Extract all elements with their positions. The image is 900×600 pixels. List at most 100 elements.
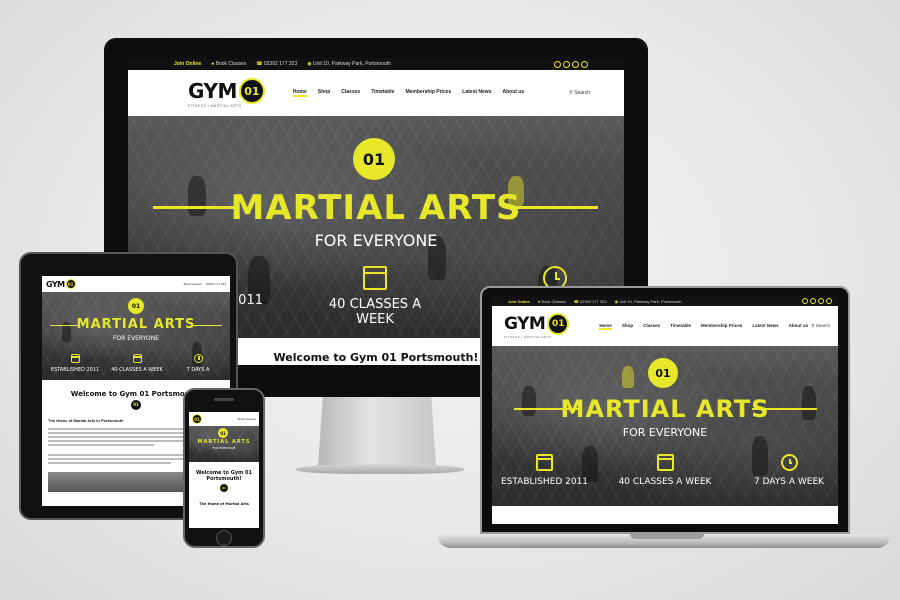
welcome-logo-badge: 01	[220, 484, 228, 492]
twitter-icon[interactable]	[818, 298, 824, 304]
instagram-icon[interactable]	[802, 298, 808, 304]
laptop-screen: Join Online ● Book Classes ☎ 02392 177 3…	[492, 296, 838, 524]
logo-tagline: FITNESS | MARTIAL ARTS	[188, 104, 242, 108]
stat-classes: 40 CLASSES A WEEK	[106, 348, 168, 373]
hero-title: MARTIAL ARTS	[560, 395, 770, 423]
address-link[interactable]: ◉ Unit 10, Parkway Park, Portsmouth	[307, 61, 391, 67]
hero-title: MARTIAL ARTS	[197, 439, 251, 445]
main-nav: GYM 01 Book Classes 02392 177 323	[42, 276, 230, 292]
youtube-icon[interactable]	[826, 298, 832, 304]
stat-days-label: 7 DAYS A WEEK	[753, 477, 825, 487]
book-classes-link[interactable]: ● Book Classes	[211, 61, 246, 67]
logo-text: GYM	[188, 79, 237, 103]
logo-badge[interactable]: 01	[192, 414, 202, 424]
phone-link[interactable]: ☎ 02392 177 323	[574, 299, 607, 304]
hero-photo-figure	[622, 366, 634, 388]
hero-subtitle: FOR EVERYONE	[314, 231, 438, 250]
text-line	[48, 444, 154, 446]
book-classes-label: Book Classes	[215, 61, 247, 67]
menu-item-membership[interactable]: Membership Prices	[701, 323, 742, 330]
book-classes-link[interactable]: Book Classes	[238, 417, 256, 421]
menu-item-home[interactable]: Home	[292, 89, 307, 97]
hero-logo-badge: 01	[353, 138, 395, 180]
logo-badge: 01	[238, 78, 265, 104]
social-links	[554, 60, 588, 68]
menu-item-about[interactable]: About us	[789, 323, 809, 330]
address-link[interactable]: ◉ Unit 10, Parkway Park, Portsmouth	[615, 299, 682, 304]
search-label: Search	[574, 90, 590, 96]
hero-banner: 01 MARTIAL ARTS FOR EVERYONE	[189, 426, 259, 462]
menu-item-home[interactable]: Home	[599, 323, 612, 330]
menu-item-timetable[interactable]: Timetable	[371, 89, 394, 97]
phone-home-button[interactable]	[216, 530, 232, 546]
stat-classes: 40 CLASSES A WEEK	[614, 454, 716, 487]
menu-item-timetable[interactable]: Timetable	[670, 323, 691, 330]
calendar-icon	[536, 454, 553, 471]
facebook-icon[interactable]	[563, 60, 570, 68]
book-classes-link[interactable]: ● Book Classes	[538, 299, 566, 304]
main-nav: GYM 01 FITNESS | MARTIAL ARTS Home Shop …	[128, 70, 624, 116]
calendar-icon	[656, 454, 674, 471]
calendar-icon	[132, 354, 142, 363]
twitter-icon[interactable]	[572, 60, 579, 68]
menu-item-news[interactable]: Latest News	[752, 323, 778, 330]
stat-classes: 40 CLASSES A WEEK	[320, 266, 430, 327]
clock-icon	[193, 354, 203, 363]
hero-subtitle: FOR EVERYONE	[212, 446, 236, 450]
phone-link[interactable]: 02392 177 323	[206, 282, 226, 286]
logo-badge: 01	[547, 313, 570, 335]
stat-classes-label: 40 CLASSES A WEEK	[111, 367, 163, 373]
topbar: Join Online ● Book Classes ☎ 02392 177 3…	[492, 296, 838, 306]
laptop-notch	[630, 534, 704, 539]
phone-screen: 01 Book Classes 01 MARTIAL ARTS FOR EVER…	[189, 412, 259, 528]
join-online-link[interactable]: Join Online	[508, 299, 530, 304]
site-logo[interactable]: GYM 01	[46, 279, 76, 289]
hero-logo-badge: 01	[128, 298, 144, 314]
address-label: Unit 10, Parkway Park, Portsmouth	[313, 61, 391, 67]
stat-established: ESTABLISHED 2011	[44, 348, 106, 373]
menu-item-classes[interactable]: Classes	[643, 323, 660, 330]
welcome-section: Welcome to Gym 01 Portsmouth! 01 The Hom…	[189, 462, 259, 506]
menu-item-news[interactable]: Latest News	[462, 89, 491, 97]
search-button[interactable]: ⚲ Search	[811, 323, 830, 329]
menu: Home Shop Classes Timetable Membership P…	[292, 89, 524, 97]
main-nav: GYM 01 FITNESS | MARTIAL ARTS Home Shop …	[492, 306, 838, 346]
calendar-icon	[70, 354, 80, 363]
book-classes-label: Book Classes	[541, 298, 566, 304]
clock-icon	[780, 454, 798, 471]
menu-item-about[interactable]: About us	[502, 89, 524, 97]
hero-subtitle: FOR EVERYONE	[622, 426, 708, 439]
instagram-icon[interactable]	[554, 60, 561, 68]
menu-item-shop[interactable]: Shop	[622, 323, 633, 330]
stat-days-label: 7 DAYS A	[186, 367, 210, 373]
menu-item-shop[interactable]: Shop	[318, 89, 331, 97]
stat-established-label: ESTABLISHED 2011	[50, 367, 100, 373]
join-online-link[interactable]: Join Online	[174, 61, 201, 67]
phone-icon: ☎	[256, 61, 264, 67]
search-button[interactable]: ⚲ Search	[569, 90, 590, 96]
stat-days: 7 DAYS A WEEK	[744, 454, 834, 487]
stat-classes-label: 40 CLASSES A WEEK	[328, 297, 422, 327]
phone-speaker	[214, 398, 234, 401]
section-heading: The Home of Martial Arts	[199, 502, 249, 506]
site-logo[interactable]: GYM 01 FITNESS | MARTIAL ARTS	[188, 78, 265, 108]
text-line	[48, 462, 172, 464]
youtube-icon[interactable]	[581, 60, 588, 68]
stat-established-label: ESTABLISHED 2011	[500, 477, 589, 487]
search-label: Search	[815, 323, 830, 328]
welcome-section	[492, 506, 838, 524]
menu-item-membership[interactable]: Membership Prices	[405, 89, 451, 97]
imac-stand	[318, 397, 436, 467]
main-nav: 01 Book Classes	[189, 412, 259, 426]
phone-link[interactable]: ☎ 02392 177 323	[256, 61, 297, 67]
hero-title: MARTIAL ARTS	[230, 188, 522, 228]
menu: Home Shop Classes Timetable Membership P…	[599, 323, 808, 330]
welcome-heading-2: Portsmouth!	[206, 476, 242, 482]
facebook-icon[interactable]	[810, 298, 816, 304]
menu-item-classes[interactable]: Classes	[341, 89, 360, 97]
site-logo[interactable]: GYM 01 FITNESS | MARTIAL ARTS	[504, 313, 570, 339]
book-classes-link[interactable]: Book Classes	[184, 282, 202, 286]
address-label: Unit 10, Parkway Park, Portsmouth	[619, 298, 682, 304]
logo-text: GYM	[504, 314, 546, 334]
stat-classes-label: 40 CLASSES A WEEK	[618, 477, 712, 487]
